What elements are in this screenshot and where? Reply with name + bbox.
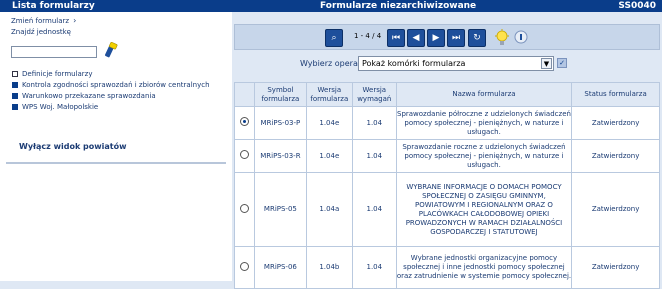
- cell-status: Zatwierdzony: [571, 172, 660, 247]
- row-radio[interactable]: [239, 203, 249, 213]
- column-header-select: [234, 82, 255, 107]
- cell-name: Wybrane jednostki organizacyjne pomocy s…: [395, 246, 573, 289]
- sidebar: Zmień formularz › Znajdź jednostkę Defini…: [0, 12, 232, 281]
- menu-item-wps[interactable]: WPS Woj. Małopolskie: [12, 103, 98, 111]
- cell-requirements: 1.04: [351, 106, 397, 140]
- cell-requirements: 1.04: [351, 246, 397, 289]
- menu-item-definitions[interactable]: Definicje formularzy: [12, 70, 93, 78]
- menu-item-compliance[interactable]: Kontrola zgodności sprawozdań i zbiorów …: [12, 81, 210, 89]
- row-radio[interactable]: [239, 150, 249, 159]
- confirm-check-icon[interactable]: ✓: [557, 58, 567, 68]
- page-counter: 1 - 4 / 4: [354, 32, 382, 40]
- title-code: SS0040: [618, 1, 656, 11]
- cell-version: 1.04e: [305, 106, 353, 140]
- row-radio[interactable]: [239, 261, 249, 271]
- checkbox-icon: [12, 93, 18, 99]
- checkbox-icon: [12, 104, 18, 110]
- search-input[interactable]: [11, 46, 97, 58]
- operation-select[interactable]: Pokaż komórki formularza ▼: [358, 56, 554, 71]
- title-left: Lista formularzy: [12, 1, 95, 11]
- cell-status: Zatwierdzony: [571, 246, 660, 289]
- forms-table: Symbol formularza Wersja formularza Wers…: [234, 82, 660, 289]
- cell-status: Zatwierdzony: [571, 106, 660, 140]
- menu-item-conditional[interactable]: Warunkowo przekazane sprawozdania: [12, 92, 156, 100]
- find-unit-link[interactable]: Znajdź jednostkę: [11, 28, 71, 36]
- title-center: Formularze niezarchiwizowane: [320, 1, 477, 11]
- cell-name: Sprawozdanie roczne z udzielonych świadc…: [395, 139, 573, 173]
- prev-page-icon[interactable]: ◀: [407, 29, 425, 47]
- search-icon[interactable]: ⌕: [325, 29, 343, 47]
- column-header-status[interactable]: Status formularza: [571, 82, 660, 107]
- divider: [6, 162, 226, 164]
- table-header-row: Symbol formularza Wersja formularza Wers…: [234, 82, 660, 107]
- cell-version: 1.04e: [305, 139, 353, 173]
- cell-requirements: 1.04: [351, 139, 397, 173]
- last-page-icon[interactable]: ⏭: [447, 29, 465, 47]
- row-radio[interactable]: [239, 117, 249, 126]
- cell-version: 1.04a: [305, 172, 353, 247]
- table-row[interactable]: MRiPS-03-P 1.04e 1.04 Sprawozdanie półro…: [234, 106, 660, 140]
- pagination-toolbar: ⌕ 1 - 4 / 4 ⏮ ◀ ▶ ⏭ ↻: [234, 24, 660, 50]
- first-page-icon[interactable]: ⏮: [387, 29, 405, 47]
- next-page-icon[interactable]: ▶: [427, 29, 445, 47]
- cell-symbol: MRiPS-06: [253, 246, 307, 289]
- column-header-version[interactable]: Wersja formularza: [305, 82, 353, 107]
- table-row[interactable]: MRiPS-05 1.04a 1.04 WYBRANE INFORMACJE O…: [234, 172, 660, 247]
- cell-version: 1.04b: [305, 246, 353, 289]
- chevron-right-icon: ›: [73, 16, 77, 25]
- column-header-symbol[interactable]: Symbol formularza: [253, 82, 307, 107]
- table-row[interactable]: MRiPS-03-R 1.04e 1.04 Sprawozdanie roczn…: [234, 139, 660, 173]
- title-bar: Lista formularzy Formularze niezarchiwiz…: [0, 0, 662, 12]
- cell-name: WYBRANE INFORMACJE O DOMACH POMOCY SPOŁE…: [395, 172, 573, 247]
- main-panel: ⌕ 1 - 4 / 4 ⏮ ◀ ▶ ⏭ ↻ Wybierz operację: …: [234, 12, 662, 289]
- cell-name: Sprawozdanie półroczne z udzielonych świ…: [395, 106, 573, 140]
- refresh-icon[interactable]: ↻: [468, 29, 486, 47]
- cell-symbol: MRiPS-05: [253, 172, 307, 247]
- flashlight-icon[interactable]: [104, 41, 118, 59]
- operation-row: Wybierz operację: Pokaż komórki formular…: [234, 54, 660, 74]
- cell-requirements: 1.04: [351, 172, 397, 247]
- chevron-down-icon[interactable]: ▼: [541, 58, 552, 69]
- checkbox-icon: [12, 71, 18, 77]
- lightbulb-icon[interactable]: [494, 29, 510, 47]
- change-form-link[interactable]: Zmień formularz ›: [11, 16, 76, 25]
- cell-status: Zatwierdzony: [571, 139, 660, 173]
- column-header-requirements[interactable]: Wersja wymagań: [351, 82, 397, 107]
- help-icon[interactable]: [513, 29, 529, 47]
- column-header-name[interactable]: Nazwa formularza: [395, 82, 573, 107]
- table-row[interactable]: MRiPS-06 1.04b 1.04 Wybrane jednostki or…: [234, 246, 660, 289]
- checkbox-icon: [12, 82, 18, 88]
- disable-county-view-link[interactable]: Wyłącz widok powiatów: [19, 142, 127, 151]
- cell-symbol: MRiPS-03-R: [253, 139, 307, 173]
- cell-symbol: MRiPS-03-P: [253, 106, 307, 140]
